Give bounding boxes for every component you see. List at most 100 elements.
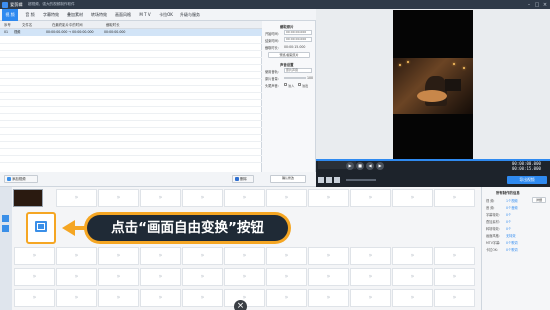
volume-slider[interactable] (284, 77, 306, 79)
empty-slot[interactable]: » (350, 247, 391, 265)
empty-slot[interactable]: » (56, 268, 97, 286)
snapshot-icon[interactable] (318, 177, 324, 183)
close-icon[interactable]: × (234, 300, 247, 310)
empty-slot[interactable]: » (392, 289, 433, 307)
player-controls: ▶ ■ ◀ ▶ 00:00:00.000 00:00:15.000 导出视频 (316, 159, 550, 187)
empty-slot[interactable]: » (14, 289, 55, 307)
delete-label: 删除 (240, 177, 247, 181)
empty-slot[interactable]: » (182, 247, 223, 265)
empty-slot[interactable]: » (434, 247, 475, 265)
column-filename: 文件名 (22, 23, 33, 27)
video-list-header: 序号 文件名 在最终影片中的时间 截取时长 (0, 21, 262, 29)
export-video-button[interactable]: 导出视频 (507, 176, 547, 184)
empty-slot[interactable]: » (182, 268, 223, 286)
preview-clip-button[interactable]: 预览/截取原片 (268, 52, 310, 58)
empty-slot[interactable]: » (266, 247, 307, 265)
empty-slot[interactable]: » (56, 289, 97, 307)
tool-icon[interactable] (2, 225, 9, 232)
empty-slot[interactable]: » (140, 289, 181, 307)
empty-slot[interactable]: » (434, 289, 475, 307)
project-info-panel: 所有制作的信息 视 频: 1个视频 详细 音 频: 0个音频 字幕特效: 0个 … (481, 187, 550, 310)
empty-slot[interactable]: » (350, 268, 391, 286)
start-time-field[interactable]: 00:00:00.000 (284, 30, 312, 35)
empty-slot[interactable]: » (224, 189, 265, 207)
empty-slot[interactable]: » (14, 268, 55, 286)
add-video-button[interactable]: 添加视频 (4, 175, 38, 183)
empty-slot[interactable]: » (98, 289, 139, 307)
empty-slot[interactable]: » (392, 268, 433, 286)
empty-slot[interactable]: » (350, 189, 391, 207)
empty-slot[interactable]: » (392, 247, 433, 265)
next-frame-icon[interactable]: ▶ (376, 162, 384, 170)
add-video-icon (6, 177, 11, 181)
empty-slot[interactable]: » (266, 268, 307, 286)
empty-slot[interactable]: » (308, 289, 349, 307)
delete-button[interactable]: 删除 (232, 175, 254, 183)
detail-button[interactable]: 详细 (532, 197, 546, 203)
empty-slot[interactable]: » (140, 189, 181, 207)
empty-slot[interactable]: » (266, 189, 307, 207)
divider (0, 64, 262, 65)
empty-slot[interactable]: » (182, 189, 223, 207)
empty-slot[interactable]: » (308, 189, 349, 207)
maximize-icon[interactable]: □ (534, 2, 540, 8)
row-index: 01 (4, 30, 9, 34)
empty-slot[interactable]: » (266, 289, 307, 307)
stop-icon[interactable]: ■ (356, 162, 364, 170)
empty-slot[interactable]: » (308, 268, 349, 286)
empty-slot[interactable]: » (56, 189, 97, 207)
volume-bar[interactable] (346, 179, 376, 181)
timeline-toolbar (0, 187, 12, 310)
fade-in-checkbox[interactable] (284, 83, 287, 86)
empty-slot[interactable]: » (392, 189, 433, 207)
empty-slot[interactable]: » (224, 268, 265, 286)
empty-slot[interactable]: » (56, 247, 97, 265)
divider (0, 50, 262, 51)
tool-icon[interactable] (2, 215, 9, 222)
table-row[interactable]: 01 视频 00:00:00.000 → 00:00:00.000 00:00:… (0, 29, 262, 36)
folder-icon[interactable] (326, 177, 332, 183)
tab-video[interactable]: 视 频 (2, 9, 18, 21)
track-select[interactable]: 原片声音 (284, 68, 312, 73)
close-window-icon[interactable]: × (542, 2, 548, 8)
tab-subtitle-effects[interactable]: 字幕特效 (40, 9, 62, 21)
divider (0, 141, 262, 142)
video-list-panel: 序号 文件名 在最终影片中的时间 截取时长 01 视频 00:00:00.000… (0, 21, 262, 172)
end-time-field[interactable]: 00:00:00.000 (284, 37, 312, 42)
tab-karaoke[interactable]: 卡拉OK (156, 9, 176, 21)
save-icon[interactable] (334, 177, 340, 183)
fade-out-checkbox[interactable] (298, 83, 301, 86)
tab-picture-style[interactable]: 画面风格 (112, 9, 134, 21)
divider (0, 120, 262, 121)
empty-slot[interactable]: » (14, 247, 55, 265)
clip-thumbnail[interactable] (13, 189, 43, 207)
head-tail-label: 头尾声音: (265, 84, 279, 88)
confirm-button[interactable]: 确认修改 (270, 175, 306, 183)
tab-audio[interactable]: 音 频 (22, 9, 38, 21)
free-transform-icon (37, 223, 45, 230)
minimize-icon[interactable]: – (526, 2, 532, 8)
video-preview[interactable] (393, 10, 473, 159)
info-value: 0个歌词 (506, 241, 518, 245)
empty-slot[interactable]: » (224, 247, 265, 265)
empty-slot[interactable]: » (140, 247, 181, 265)
empty-slot[interactable]: » (350, 289, 391, 307)
empty-slot[interactable]: » (182, 289, 223, 307)
empty-slot[interactable]: » (308, 247, 349, 265)
divider (0, 71, 262, 72)
tab-mtv[interactable]: M T V (136, 9, 154, 21)
free-transform-button[interactable] (35, 221, 47, 232)
empty-slot[interactable]: » (98, 268, 139, 286)
empty-slot[interactable]: » (98, 247, 139, 265)
prev-frame-icon[interactable]: ◀ (366, 162, 374, 170)
tab-transitions[interactable]: 转场特效 (88, 9, 110, 21)
info-value: 0个音频 (506, 206, 518, 210)
play-icon[interactable]: ▶ (346, 162, 354, 170)
empty-slot[interactable]: » (98, 189, 139, 207)
tab-overlay[interactable]: 叠加素材 (64, 9, 86, 21)
empty-slot[interactable]: » (140, 268, 181, 286)
empty-slot[interactable]: » (434, 268, 475, 286)
tab-upgrade[interactable]: 升级与服务 (178, 9, 202, 21)
empty-slot[interactable]: » (434, 189, 475, 207)
info-label: 音 频: (486, 206, 495, 210)
